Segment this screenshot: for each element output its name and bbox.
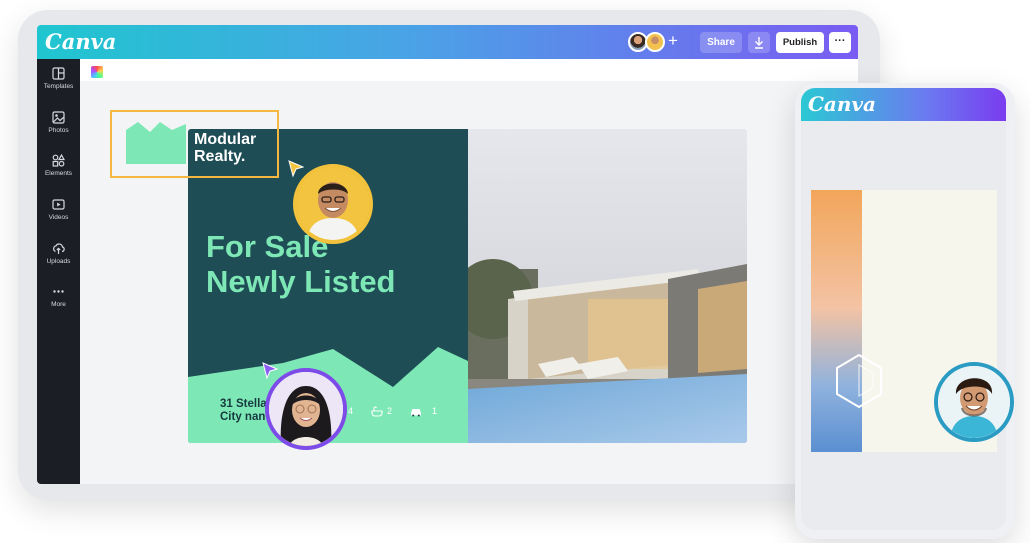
sidebar-item-label: Elements (44, 170, 73, 177)
sidebar-item-label: More (51, 301, 66, 308)
cars-count: 1 (432, 406, 438, 416)
brand-line-1: Modular (194, 131, 257, 148)
phone-top-bar: Canva (801, 88, 1006, 121)
bath-icon (371, 406, 383, 417)
templates-icon (52, 67, 65, 80)
brand-line-2: Realty. (194, 148, 246, 165)
house-photo[interactable] (468, 129, 747, 443)
headline-line-2: Newly Listed (206, 264, 396, 299)
sidebar-item-elements[interactable]: Elements (37, 154, 80, 177)
sidebar-item-label: Videos (48, 214, 69, 221)
sidebar-item-label: Templates (43, 83, 74, 90)
top-toolbar: Canva + Share Publish ··· (37, 25, 858, 59)
man-curly-portrait-image (938, 366, 1010, 438)
photos-icon (52, 111, 65, 124)
brand-name-text[interactable]: Modular Realty. (194, 131, 256, 165)
phone-screen: Canva (801, 88, 1006, 530)
collaborator-photo[interactable] (265, 368, 347, 450)
sidebar-item-photos[interactable]: Photos (37, 111, 80, 134)
download-icon (755, 37, 763, 49)
canva-logo[interactable]: Canva (45, 29, 116, 54)
woman-portrait-image (269, 372, 343, 446)
collaborator-cursor-icon (288, 160, 304, 178)
sidebar-item-label: Photos (48, 127, 69, 134)
sidebar-item-label: Uploads (46, 258, 71, 265)
collaborator-cursor-icon (262, 362, 278, 380)
features-row: 4 2 1 (348, 404, 437, 418)
address-text[interactable]: 31 Stella City nan (220, 398, 267, 424)
download-button[interactable] (748, 32, 770, 53)
sidebar-item-templates[interactable]: Templates (37, 67, 80, 90)
sidebar-item-more[interactable]: More (37, 285, 80, 308)
add-collaborator-button[interactable]: + (668, 31, 678, 51)
car-icon (411, 408, 422, 416)
beds-count: 4 (348, 406, 354, 416)
videos-icon (52, 199, 65, 210)
elements-icon (52, 154, 65, 167)
more-icon (53, 290, 64, 293)
collaborator-photo[interactable] (934, 362, 1014, 442)
brand-logo-mark (126, 122, 186, 164)
uploads-icon (53, 243, 65, 254)
collaborator-avatar[interactable] (645, 32, 665, 52)
color-palette-icon[interactable] (91, 66, 103, 78)
collaborator-photo[interactable] (293, 164, 373, 244)
more-options-button[interactable]: ··· (829, 32, 851, 53)
sidebar-item-videos[interactable]: Videos (37, 198, 80, 221)
sidebar-item-uploads[interactable]: Uploads (37, 242, 80, 265)
editor-toolbar (80, 59, 858, 81)
publish-button[interactable]: Publish (776, 32, 824, 53)
canva-logo[interactable]: Canva (808, 92, 876, 116)
side-panel: Templates Photos Elements Videos Uploads… (37, 59, 80, 484)
baths-count: 2 (387, 406, 393, 416)
man-portrait-image (297, 168, 369, 240)
address-line-1: 31 Stella (220, 398, 267, 410)
share-button[interactable]: Share (700, 32, 742, 53)
address-line-2: City nan (220, 411, 266, 423)
